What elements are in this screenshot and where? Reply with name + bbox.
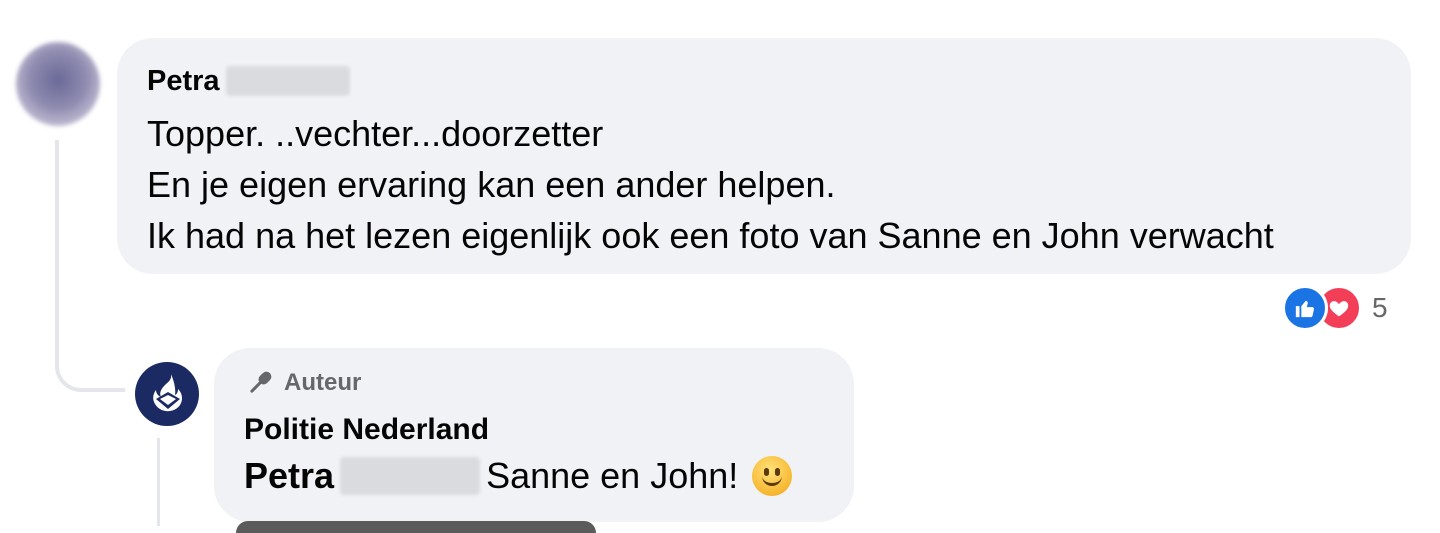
author-badge: Auteur — [244, 368, 824, 398]
thread-line-curve — [55, 330, 125, 392]
comment-text: Topper. ..vechter...doorzetter En je eig… — [147, 108, 1381, 261]
reply-message: Sanne en John! — [486, 455, 739, 496]
reply-text: Petra Sanne en John! — [244, 450, 824, 502]
reaction-summary[interactable]: 5 — [1282, 285, 1388, 331]
flame-logo-icon — [153, 374, 182, 412]
comment-line: Topper. ..vechter...doorzetter — [147, 113, 604, 154]
microphone-icon — [250, 371, 272, 393]
redacted-surname — [340, 457, 481, 495]
thread-line — [55, 140, 59, 332]
reply-bubble: Auteur Politie Nederland Petra Sanne en … — [214, 348, 854, 522]
like-icon — [1282, 285, 1328, 331]
comment-line: En je eigen ervaring kan een ander helpe… — [147, 164, 836, 205]
reply-author[interactable]: Politie Nederland — [244, 410, 824, 450]
commenter-avatar[interactable] — [16, 42, 100, 126]
reply-thread-line — [157, 438, 160, 526]
author-badge-label: Auteur — [284, 369, 362, 396]
next-attachment-edge — [236, 521, 596, 533]
redacted-surname — [225, 66, 350, 96]
comment-bubble: Petra Topper. ..vechter...doorzetter En … — [117, 38, 1411, 274]
mention-link[interactable]: Petra — [244, 450, 334, 502]
comment-author[interactable]: Petra — [147, 64, 1381, 98]
politie-avatar[interactable] — [135, 362, 199, 426]
comment-author-first-name[interactable]: Petra — [147, 64, 220, 98]
reaction-count[interactable]: 5 — [1372, 292, 1388, 324]
smiley-emoji-icon — [752, 456, 793, 496]
comment-line: Ik had na het lezen eigenlijk ook een fo… — [147, 215, 1274, 256]
